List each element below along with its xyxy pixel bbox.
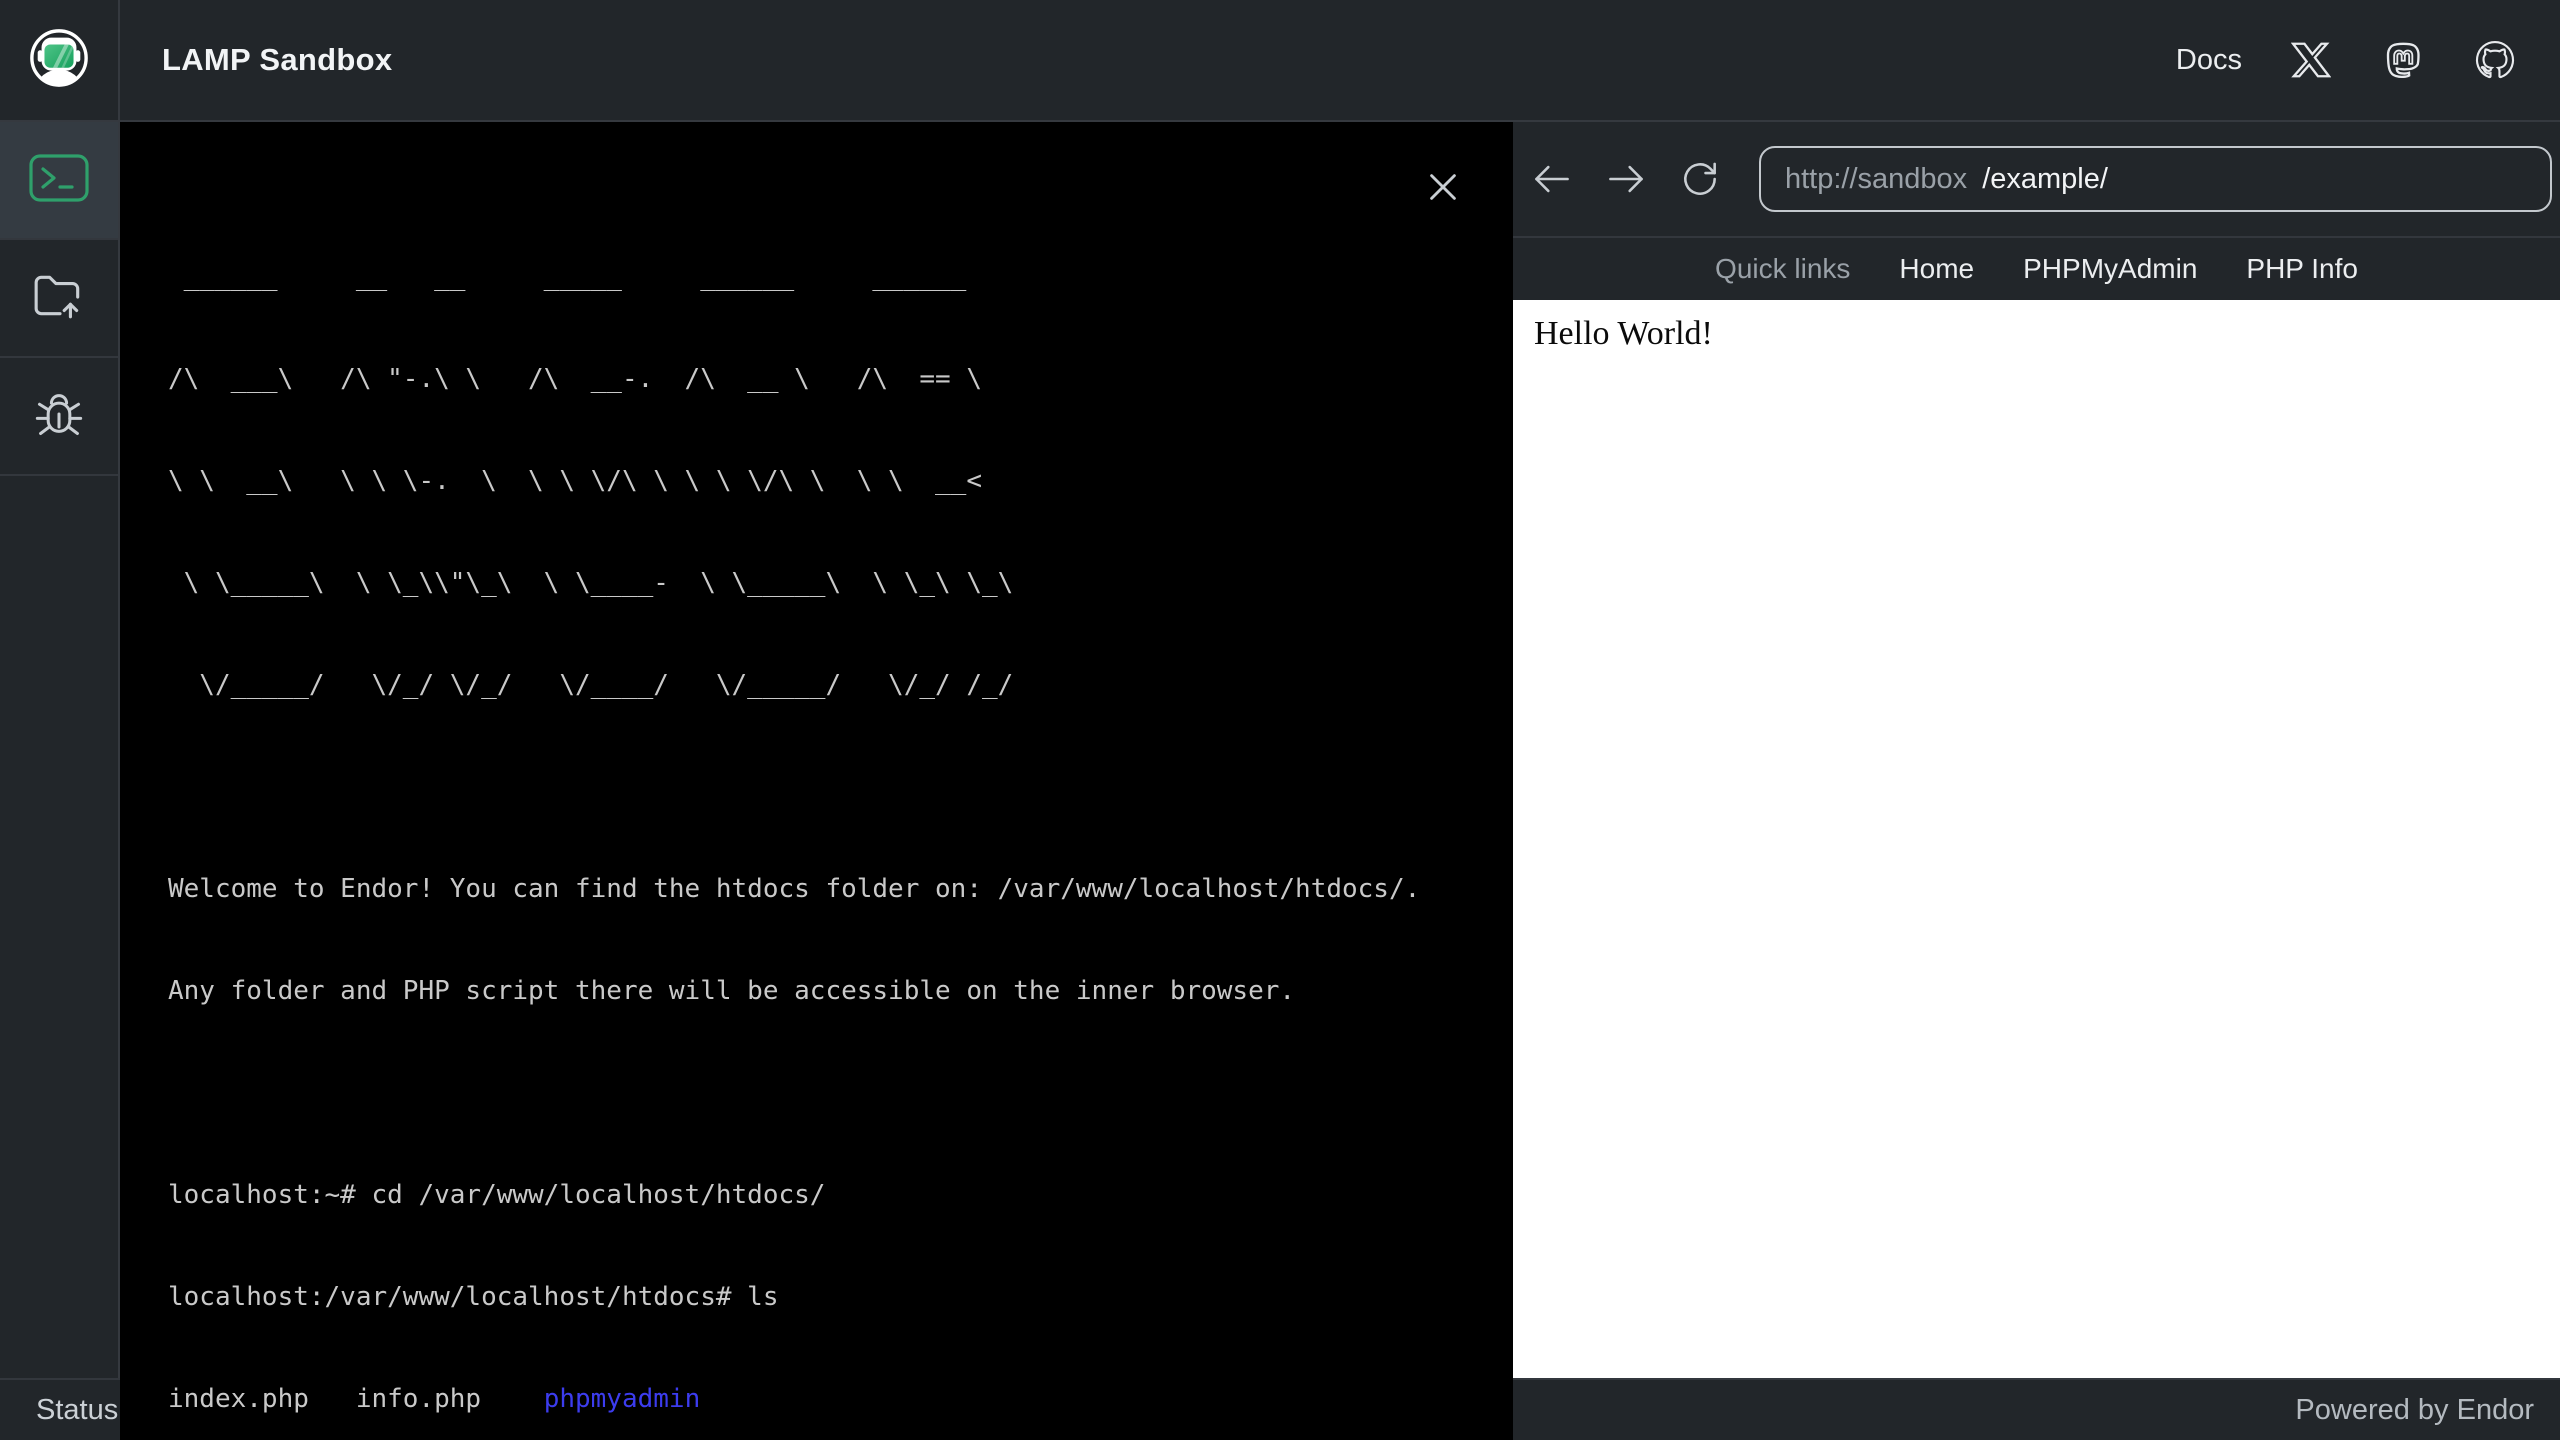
quick-links-label: Quick links [1715,253,1851,284]
folder-upload-icon [32,271,86,326]
browser-page-content: Hello World! [1513,300,2560,1378]
header-actions: Docs [2176,37,2518,83]
browser-forward-button[interactable] [1601,154,1651,204]
x-twitter-icon[interactable] [2288,37,2334,83]
docs-link[interactable]: Docs [2176,44,2242,77]
page-title: LAMP Sandbox [162,42,393,77]
ls-files: index.php info.php [168,1384,544,1414]
logo-cell [0,0,120,120]
app-header: LAMP Sandbox Docs [0,0,2560,122]
terminal-icon [29,153,89,207]
welcome-line: Any folder and PHP script there will be … [168,976,1296,1006]
ascii-art-line: \/_____/ \/_/ \/_/ \/____/ \/_____/ \/_/… [168,670,1014,700]
bug-icon [33,388,85,445]
terminal-output: ______ __ __ _____ ______ ______ /\ ___\… [168,192,1493,1440]
browser-toolbar: http://sandbox /example/ [1513,122,2560,238]
welcome-line: Welcome to Endor! You can find the htdoc… [168,874,1421,904]
sidebar-item-files-upload[interactable] [0,240,118,358]
quick-links-bar: Quick links Home PHPMyAdmin PHP Info [1513,238,2560,300]
url-bar[interactable]: http://sandbox /example/ [1759,146,2552,212]
mastodon-icon[interactable] [2380,37,2426,83]
terminal-command-line: localhost:/var/www/localhost/htdocs# ls [168,1282,779,1312]
ascii-art-line: /\ ___\ /\ "-.\ \ /\ __-. /\ __ \ /\ == … [168,364,1014,394]
quick-link-phpmyadmin[interactable]: PHPMyAdmin [2023,253,2197,285]
powered-by-label: Powered by Endor [2295,1393,2534,1426]
ascii-art-line: \ \_____\ \ \_\\"\_\ \ \____- \ \_____\ … [168,568,1014,598]
ascii-art-line: \ \ __\ \ \ \-. \ \ \ \/\ \ \ \ \/\ \ \ … [168,466,1014,496]
url-prefix: http://sandbox [1785,162,1968,195]
browser-reload-button[interactable] [1675,154,1725,204]
terminal-panel[interactable]: ______ __ __ _____ ______ ______ /\ ___\… [120,122,1513,1440]
hello-world-text: Hello World! [1534,315,1713,352]
terminal-command-line: localhost:~# cd /var/www/localhost/htdoc… [168,1180,826,1210]
ascii-art-line: ______ __ __ _____ ______ ______ [168,262,1014,292]
sidebar [0,122,120,1378]
quick-link-home[interactable]: Home [1899,253,1974,285]
status-label: Status: [36,1393,127,1426]
sidebar-item-terminal[interactable] [0,122,118,240]
url-path-input[interactable]: /example/ [1982,163,2108,196]
github-icon[interactable] [2472,37,2518,83]
endor-logo-icon [28,27,90,94]
ls-output-line: index.php info.php phpmyadmin [168,1382,1493,1416]
browser-back-button[interactable] [1527,154,1577,204]
sidebar-item-debug[interactable] [0,358,118,476]
quick-link-phpinfo[interactable]: PHP Info [2246,253,2358,285]
ls-directory: phpmyadmin [543,1384,701,1414]
inner-browser-panel: http://sandbox /example/ Quick links Hom… [1513,122,2560,1378]
